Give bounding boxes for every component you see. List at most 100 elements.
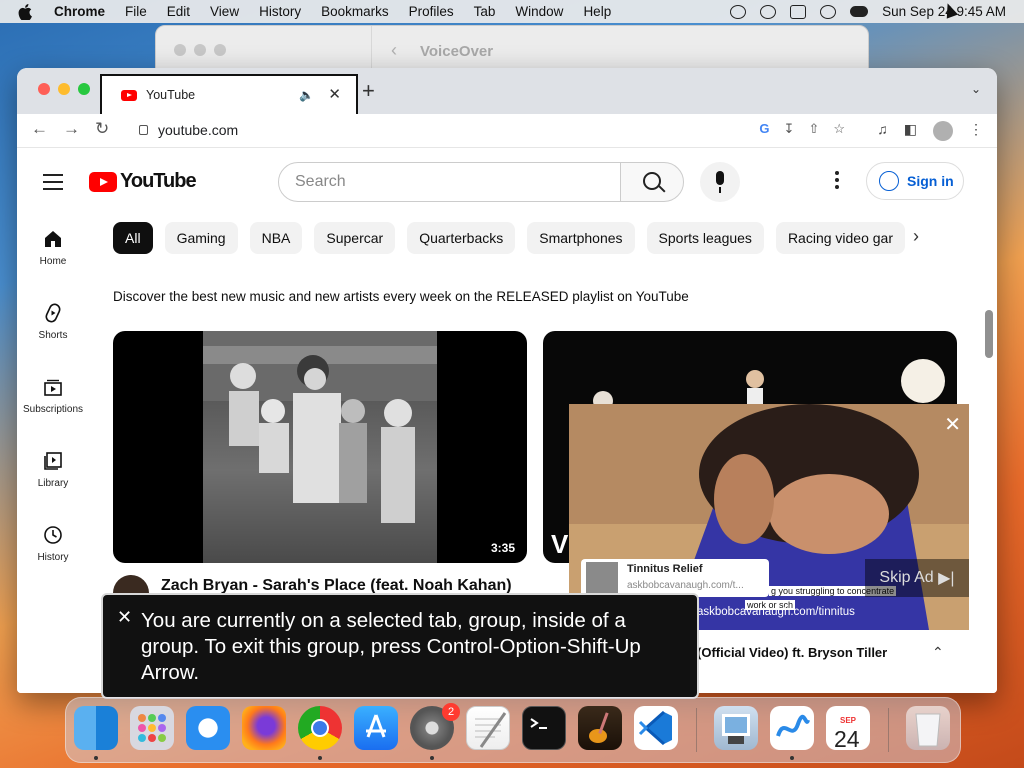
calendar-icon[interactable]: SEP 24 (826, 706, 870, 752)
youtube-logo-text: YouTube (120, 170, 197, 192)
back-chevron-icon[interactable]: ‹ (391, 40, 397, 61)
address-bar[interactable]: youtube.com G ↧ ⇧ ☆ (125, 115, 855, 145)
chip-smartphones[interactable]: Smartphones (527, 222, 635, 254)
screen-mirroring-icon[interactable] (790, 4, 807, 19)
close-tab-icon[interactable]: ✕ (328, 85, 341, 103)
menu-profiles[interactable]: Profiles (409, 4, 454, 19)
sidebar-item-home[interactable]: Home (17, 229, 89, 267)
skip-ad-button[interactable]: Skip Ad ▶| (865, 559, 969, 597)
guide-menu-icon[interactable] (43, 174, 63, 195)
tab-search-chevron-icon[interactable]: ⌄ (971, 82, 981, 96)
filter-chips: All Gaming NBA Supercar Quarterbacks Sma… (113, 222, 905, 256)
running-indicator (790, 756, 794, 760)
apple-menu-icon[interactable] (18, 3, 32, 21)
google-lens-icon[interactable]: G (759, 121, 769, 137)
zoom-window-icon[interactable] (78, 83, 90, 95)
zoom-window-icon[interactable] (214, 44, 226, 56)
sidebar-item-shorts[interactable]: Shorts (17, 303, 89, 341)
notification-badge: 2 (442, 703, 460, 721)
chip-racing-video-games[interactable]: Racing video gar (775, 222, 905, 254)
sidebar-item-history[interactable]: History (17, 525, 89, 563)
menu-bar: Chrome File Edit View History Bookmarks … (0, 0, 1024, 23)
app-store-icon[interactable] (354, 706, 398, 750)
close-window-icon[interactable] (38, 83, 50, 95)
chip-all[interactable]: All (113, 222, 153, 254)
youtube-logo[interactable]: YouTube (89, 170, 197, 193)
ad-advertiser-card[interactable]: Tinnitus Relief askbobcavanaugh.com/t... (581, 559, 769, 597)
bookmark-star-icon[interactable]: ☆ (833, 121, 845, 137)
media-play-icon[interactable] (730, 4, 747, 19)
firefox-icon[interactable] (242, 706, 286, 750)
running-indicator (430, 756, 434, 760)
close-window-icon[interactable] (174, 44, 186, 56)
textedit-icon[interactable] (466, 706, 510, 750)
history-icon (43, 525, 63, 545)
garageband-icon[interactable] (578, 706, 622, 750)
menu-tab[interactable]: Tab (474, 4, 496, 19)
sidebar-item-subscriptions[interactable]: Subscriptions (17, 377, 89, 415)
menu-help[interactable]: Help (583, 4, 611, 19)
playlist-banner-text: Discover the best new music and new arti… (113, 289, 689, 304)
control-center-icon[interactable] (850, 6, 869, 17)
ad-overlay-url[interactable]: askbobcavanaugh.com/tinnitus (697, 606, 855, 618)
chips-next-chevron-icon[interactable]: › (913, 226, 919, 247)
forward-arrow-icon[interactable]: → (63, 119, 80, 139)
sidebar-item-library[interactable]: Library (17, 451, 89, 489)
install-app-icon[interactable]: ↧ (784, 121, 795, 137)
chip-sports-leagues[interactable]: Sports leagues (646, 222, 764, 254)
lock-icon[interactable] (139, 125, 148, 135)
sign-in-button[interactable]: Sign in (866, 162, 964, 200)
close-caption-icon[interactable]: ✕ (117, 604, 132, 630)
minimize-window-icon[interactable] (194, 44, 206, 56)
advertiser-url: askbobcavanaugh.com/t... (627, 580, 744, 591)
back-arrow-icon[interactable]: ← (31, 119, 48, 139)
finder-icon[interactable] (74, 706, 118, 750)
advertiser-photo (586, 562, 618, 594)
audio-playing-icon[interactable]: 🔈 (299, 88, 314, 102)
voice-search-mic-icon[interactable] (700, 162, 740, 202)
profile-avatar-icon[interactable] (933, 121, 953, 141)
voiceover-window-controls (174, 44, 226, 56)
chrome-icon[interactable] (298, 706, 342, 750)
url-text[interactable]: youtube.com (158, 122, 238, 138)
page-scrollbar[interactable] (985, 310, 993, 358)
close-miniplayer-icon[interactable]: ✕ (944, 412, 961, 437)
chip-supercar[interactable]: Supercar (314, 222, 396, 254)
share-icon[interactable]: ⇧ (808, 121, 819, 137)
launchpad-icon[interactable] (130, 706, 174, 750)
menu-app-name[interactable]: Chrome (54, 4, 105, 19)
user-circle-icon (879, 171, 899, 191)
freeform-icon[interactable] (770, 706, 814, 750)
safari-icon[interactable] (186, 706, 230, 750)
menu-file[interactable]: File (125, 4, 147, 19)
media-controls-icon[interactable]: ♫ (877, 121, 888, 141)
video-title[interactable]: (Official Video) ft. Bryson Tiller (697, 645, 887, 660)
sidebar-item-label: Home (39, 256, 67, 267)
accessibility-icon[interactable] (760, 4, 777, 19)
chip-nba[interactable]: NBA (249, 222, 303, 254)
chip-quarterbacks[interactable]: Quarterbacks (407, 222, 516, 254)
minimize-window-icon[interactable] (58, 83, 70, 95)
menu-history[interactable]: History (259, 4, 301, 19)
settings-kebab-icon[interactable] (835, 171, 839, 192)
menu-view[interactable]: View (210, 4, 239, 19)
search-input[interactable]: Search (278, 162, 621, 202)
chip-gaming[interactable]: Gaming (164, 222, 238, 254)
dock-divider (888, 708, 889, 752)
menu-window[interactable]: Window (515, 4, 563, 19)
menu-bookmarks[interactable]: Bookmarks (321, 4, 389, 19)
preview-icon[interactable] (714, 706, 758, 750)
tab-youtube[interactable]: YouTube 🔈 ✕ (100, 74, 358, 114)
chrome-menu-icon[interactable]: ⋮ (969, 121, 983, 141)
video-thumbnail[interactable]: 3:35 (113, 331, 527, 563)
chevron-up-icon[interactable]: ⌃ (932, 644, 944, 661)
reload-icon[interactable]: ↻ (95, 119, 109, 139)
side-panel-icon[interactable]: ◧ (904, 121, 917, 141)
search-button[interactable] (620, 162, 684, 202)
menu-edit[interactable]: Edit (167, 4, 190, 19)
terminal-icon[interactable] (522, 706, 566, 750)
spotlight-search-icon[interactable] (820, 4, 837, 19)
trash-icon[interactable] (906, 706, 950, 750)
vscode-icon[interactable] (634, 706, 678, 750)
new-tab-button[interactable]: + (362, 78, 375, 104)
